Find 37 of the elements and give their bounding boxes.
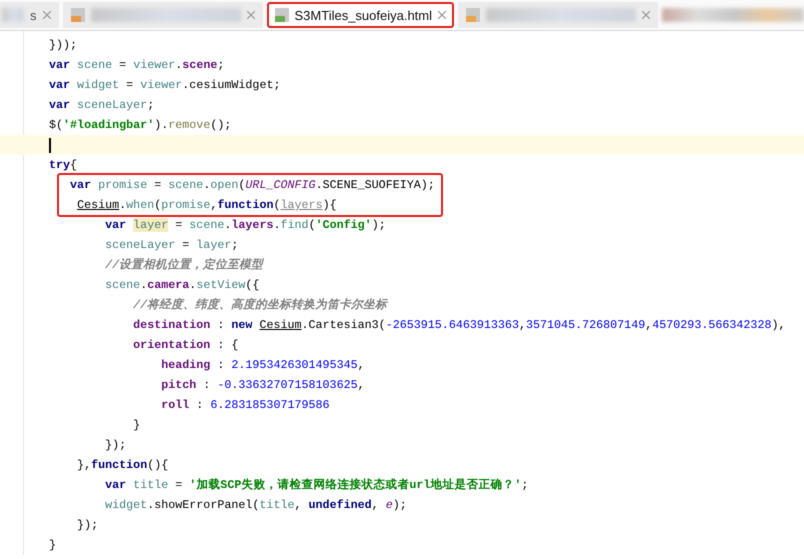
code-line: },function(){ bbox=[76, 457, 170, 474]
code-line: })); bbox=[48, 37, 78, 54]
code-line: heading : 2.1953426301495345, bbox=[160, 357, 365, 374]
close-icon[interactable] bbox=[438, 11, 446, 19]
code-line: var title = '加载SCP失败，请检查网络连接状态或者url地址是否正确？'; bbox=[104, 477, 528, 494]
code-line: var layer = scene.layers.find('Config'); bbox=[104, 217, 386, 234]
editor-tab[interactable] bbox=[458, 2, 658, 28]
code-line: //将经度、纬度、高度的坐标转换为笛卡尔坐标 bbox=[132, 296, 388, 314]
file-icon bbox=[274, 8, 288, 22]
text-cursor bbox=[49, 138, 51, 152]
code-line: Cesium.when(promise,function(layers){ bbox=[76, 197, 337, 214]
code-line: //设置相机位置，定位至模型 bbox=[104, 256, 264, 274]
file-icon bbox=[70, 8, 84, 22]
code-line: sceneLayer = layer; bbox=[104, 237, 240, 254]
code-line: roll : 6.283185307179586 bbox=[160, 397, 330, 414]
close-icon[interactable] bbox=[642, 11, 650, 19]
code-line: pitch : -0.33632707158103625, bbox=[160, 377, 365, 394]
code-line: var scene = viewer.scene; bbox=[48, 57, 226, 74]
code-line: }); bbox=[76, 517, 100, 534]
code-line: destination : new Cesium.Cartesian3(-2653915.6463913363,3571045.726807149,4570293.566342328), bbox=[132, 317, 786, 334]
close-icon[interactable] bbox=[246, 11, 254, 19]
file-icon bbox=[466, 8, 480, 22]
code-line: } bbox=[48, 537, 58, 554]
code-line: try{ bbox=[48, 157, 78, 174]
editor-tab[interactable]: s bbox=[0, 2, 58, 28]
code-line: scene.camera.setView({ bbox=[104, 277, 260, 294]
code-line: widget.showErrorPanel(title, undefined, e); bbox=[104, 497, 407, 514]
editor-tab[interactable] bbox=[62, 2, 262, 28]
code-line: } bbox=[132, 417, 142, 434]
code-line: orientation : { bbox=[132, 337, 240, 354]
code-line: var widget = viewer.cesiumWidget; bbox=[48, 77, 280, 94]
code-line: $('#loadingbar').remove(); bbox=[48, 117, 232, 134]
editor-tab[interactable]: S3MTiles_suofeiya.html bbox=[266, 2, 454, 28]
code-line: var promise = scene.open(URL_CONFIG.SCENE_SUOFEIYA); bbox=[69, 177, 435, 194]
code-line: }); bbox=[104, 437, 128, 454]
close-icon[interactable] bbox=[42, 11, 50, 19]
code-line: var sceneLayer; bbox=[48, 97, 156, 114]
